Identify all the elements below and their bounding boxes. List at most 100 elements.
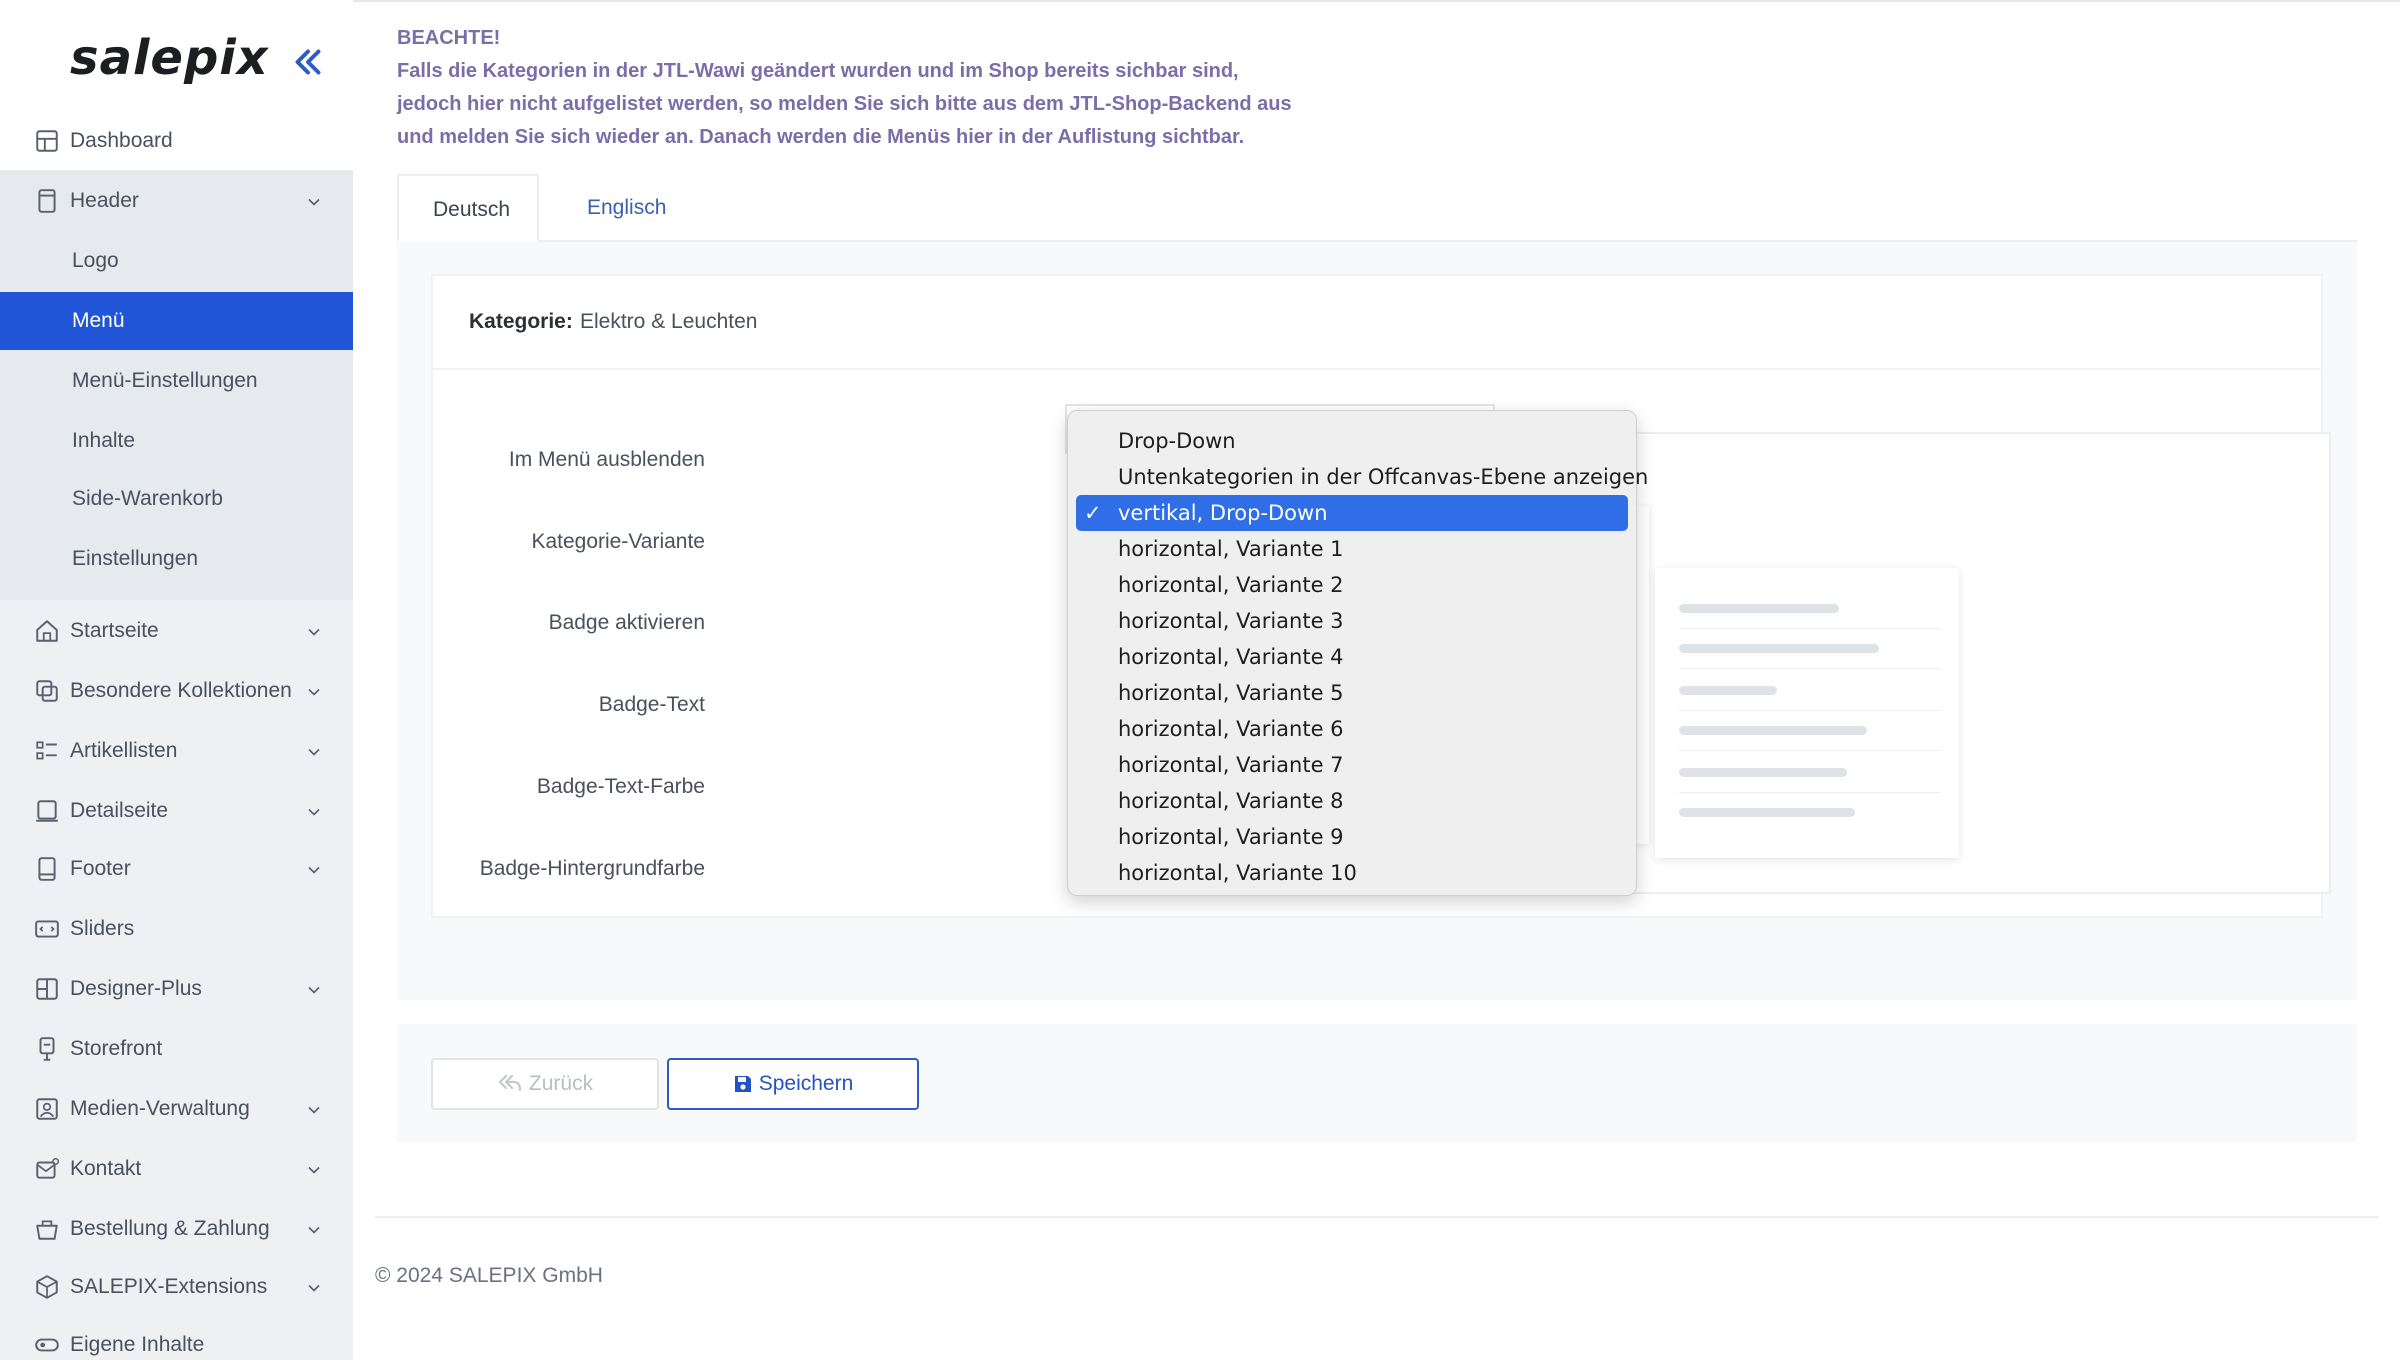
dropdown-option[interactable]: horizontal, Variante 6 xyxy=(1076,711,1628,747)
preview-line xyxy=(1679,808,1855,817)
form-actions: Zurück Speichern xyxy=(397,1024,2357,1142)
preview-line xyxy=(1679,644,1879,653)
back-button-label: Zurück xyxy=(528,1072,594,1095)
slider-icon xyxy=(35,920,59,938)
sidebar-item-contents[interactable]: Inhalte xyxy=(0,412,353,470)
contact-icon xyxy=(36,1157,60,1179)
label-badge-text-color: Badge-Text-Farbe xyxy=(536,775,705,798)
dashboard-icon xyxy=(36,130,58,152)
sidebar-item-label: SALEPIX-Extensions xyxy=(70,1275,268,1298)
chevron-down-icon xyxy=(308,866,320,874)
dropdown-option[interactable]: horizontal, Variante 2 xyxy=(1076,567,1628,603)
sidebar: salepix Dashboard Header Logo Menü Menü-… xyxy=(0,0,353,1360)
sidebar-item-article-lists[interactable]: Artikellisten xyxy=(0,722,353,780)
dropdown-option-selected[interactable]: ✓ vertikal, Drop-Down xyxy=(1076,495,1628,531)
sidebar-item-footer[interactable]: Footer xyxy=(0,840,353,898)
sidebar-item-header[interactable]: Header xyxy=(0,172,353,230)
sidebar-item-label: Dashboard xyxy=(70,129,173,152)
list-icon xyxy=(36,741,57,760)
sidebar-item-label: Einstellungen xyxy=(72,547,199,570)
dropdown-option[interactable]: horizontal, Variante 9 xyxy=(1076,819,1628,855)
sidebar-item-media[interactable]: Medien-Verwaltung xyxy=(0,1080,353,1138)
app-root: salepix Dashboard Header Logo Menü Menü-… xyxy=(0,0,2400,1360)
sidebar-item-homepage[interactable]: Startseite xyxy=(0,602,353,660)
sidebar-item-label: Logo xyxy=(72,249,119,272)
category-value: Elektro & Leuchten xyxy=(580,310,758,333)
notice-box: BEACHTE! Falls die Kategorien in der JTL… xyxy=(397,22,1297,154)
sidebar-item-label: Detailseite xyxy=(70,799,169,822)
sidebar-item-label: Menü-Einstellungen xyxy=(72,369,258,392)
sidebar-item-order-payment[interactable]: Bestellung & Zahlung xyxy=(0,1200,353,1258)
sidebar-item-label: Storefront xyxy=(70,1037,163,1060)
save-button[interactable]: Speichern xyxy=(667,1058,919,1110)
sidebar-item-label: Header xyxy=(70,189,139,212)
copyright: © 2024 SALEPIX GmbH xyxy=(375,1264,603,1287)
preview-divider xyxy=(1679,750,1941,751)
sidebar-item-detail-page[interactable]: Detailseite xyxy=(0,782,353,840)
sidebar-item-special-collections[interactable]: Besondere Kollektionen xyxy=(0,662,353,720)
label-category-variant: Kategorie-Variante xyxy=(531,530,705,553)
tab-englisch[interactable]: Englisch xyxy=(553,174,700,242)
sidebar-item-storefront[interactable]: Storefront xyxy=(0,1020,353,1078)
chevron-down-icon xyxy=(308,198,320,206)
language-tabs: Deutsch Englisch xyxy=(397,174,2357,242)
category-key: Kategorie: xyxy=(469,310,573,333)
preview-line xyxy=(1679,604,1839,613)
sidebar-item-settings[interactable]: Einstellungen xyxy=(0,530,353,588)
header-icon xyxy=(38,189,56,213)
chevron-down-icon xyxy=(308,1226,320,1234)
sidebar-item-custom-content[interactable]: Eigene Inhalte xyxy=(0,1316,353,1360)
sidebar-item-label: Side-Warenkorb xyxy=(72,487,223,510)
chevron-down-icon xyxy=(308,808,320,816)
sidebar-item-extensions[interactable]: SALEPIX-Extensions xyxy=(0,1258,353,1316)
label-badge-background-color: Badge-Hintergrundfarbe xyxy=(479,857,705,880)
dropdown-option[interactable]: Drop-Down xyxy=(1076,423,1628,459)
sidebar-item-label: Eigene Inhalte xyxy=(70,1333,205,1356)
category-variant-dropdown[interactable]: Drop-Down Untenkategorien in der Offcanv… xyxy=(1067,410,1648,896)
save-icon xyxy=(734,1076,751,1092)
dropdown-option[interactable]: horizontal, Variante 4 xyxy=(1076,639,1628,675)
chevron-down-icon xyxy=(308,688,320,696)
storefront-icon xyxy=(39,1037,55,1061)
extensions-icon xyxy=(36,1275,58,1299)
label-hide-in-menu: Im Menü ausblenden xyxy=(508,448,705,471)
collapse-sidebar-icon[interactable] xyxy=(290,44,326,80)
sidebar-item-label: Menü xyxy=(72,309,125,332)
dropdown-option[interactable]: horizontal, Variante 7 xyxy=(1076,747,1628,783)
sidebar-item-designer-plus[interactable]: Designer-Plus xyxy=(0,960,353,1018)
preview-line xyxy=(1679,686,1777,695)
reply-all-icon xyxy=(498,1074,522,1092)
dropdown-option[interactable]: horizontal, Variante 10 xyxy=(1076,855,1628,891)
notice-line: Falls die Kategorien in der JTL-Wawi geä… xyxy=(397,60,1239,82)
sidebar-item-label: Medien-Verwaltung xyxy=(70,1097,250,1120)
dropdown-option[interactable]: horizontal, Variante 5 xyxy=(1076,675,1628,711)
collections-icon xyxy=(36,680,58,702)
footer-divider xyxy=(375,1216,2379,1218)
dropdown-option[interactable]: horizontal, Variante 8 xyxy=(1076,783,1628,819)
label-badge-text: Badge-Text xyxy=(598,693,705,716)
sidebar-item-contact[interactable]: Kontakt xyxy=(0,1140,353,1198)
sidebar-item-side-cart[interactable]: Side-Warenkorb xyxy=(0,470,353,528)
tab-deutsch[interactable]: Deutsch xyxy=(397,174,539,242)
dropdown-option[interactable]: horizontal, Variante 3 xyxy=(1076,603,1628,639)
designer-icon xyxy=(36,978,58,1000)
sidebar-item-menu[interactable]: Menü xyxy=(0,292,353,350)
sidebar-item-label: Besondere Kollektionen xyxy=(70,679,292,702)
sidebar-item-menu-settings[interactable]: Menü-Einstellungen xyxy=(0,352,353,410)
notice-line: jedoch hier nicht aufgelistet werden, so… xyxy=(397,93,1292,115)
sidebar-item-dashboard[interactable]: Dashboard xyxy=(0,112,353,170)
media-icon xyxy=(36,1098,58,1120)
dropdown-option[interactable]: Untenkategorien in der Offcanvas-Ebene a… xyxy=(1076,459,1648,495)
sidebar-item-label: Footer xyxy=(70,857,131,880)
back-button[interactable]: Zurück xyxy=(431,1058,659,1110)
chevron-down-icon xyxy=(308,1166,320,1174)
sidebar-item-label: Designer-Plus xyxy=(70,977,202,1000)
dropdown-option[interactable]: horizontal, Variante 1 xyxy=(1076,531,1628,567)
sidebar-item-logo[interactable]: Logo xyxy=(0,232,353,290)
preview-divider xyxy=(1679,628,1941,629)
sidebar-item-sliders[interactable]: Sliders xyxy=(0,900,353,958)
custom-content-icon xyxy=(35,1338,59,1352)
preview-line xyxy=(1679,768,1847,777)
logo[interactable]: salepix xyxy=(70,30,269,86)
preview-divider xyxy=(1679,668,1941,669)
